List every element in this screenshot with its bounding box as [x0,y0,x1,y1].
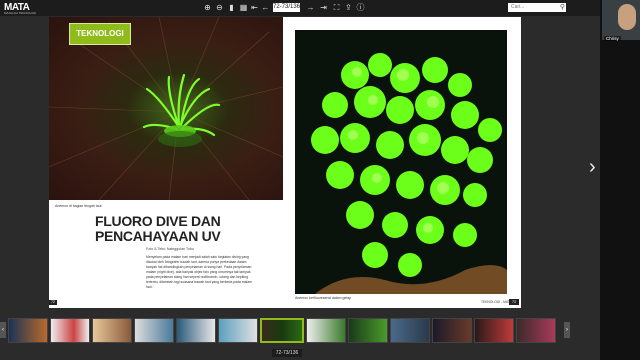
anemone-photo: TEKNOLOGI [49,17,283,200]
thumbnail-strip: ‹ › [0,315,600,347]
thumbnail[interactable] [134,318,174,343]
section-tag-label: TEKNOLOGI [76,29,124,38]
article-title: FLUORO DIVE DAN PENCAHAYAAN UV [95,213,221,244]
thumbnail[interactable] [8,318,48,343]
thumbnail[interactable] [474,318,514,343]
next-page-icon[interactable]: → [306,3,315,12]
coral-photo [295,30,507,294]
zoom-in-icon[interactable]: ⊕ [203,3,212,12]
page-number-left: 72 [49,300,57,305]
previous-page-icon[interactable]: ← [261,3,270,12]
coral-illustration [295,30,507,294]
info-icon[interactable]: ⓘ [356,3,365,12]
thumbnail[interactable] [390,318,430,343]
bookmark-icon[interactable]: ▮ [227,3,236,12]
section-tag: TEKNOLOGI [69,23,131,45]
article-body: Menyelam pada malam hari menjadi salah s… [146,255,252,289]
fullscreen-icon[interactable]: ⛶ [332,3,341,12]
left-page: TEKNOLOGI Anemon di bagian tengah laut F… [49,17,283,308]
thumbnail[interactable] [92,318,132,343]
photo-caption-left: Anemon di bagian tengah laut [55,204,102,208]
grid-icon[interactable]: ▦ [239,3,248,12]
page-number-input[interactable] [273,3,300,12]
thumbnail[interactable] [218,318,258,343]
page-number-right: 73 [509,299,519,305]
strip-prev-button[interactable]: ‹ [0,322,6,338]
next-page-arrow[interactable]: › [589,156,596,179]
thumbnail[interactable] [176,318,216,343]
first-page-icon[interactable]: ⇤ [250,3,259,12]
video-panel [600,0,640,360]
strip-next-button[interactable]: › [564,322,570,338]
article-byline: Foto & Teks: Nainggolan Tohu [146,247,194,251]
thumbnail[interactable] [306,318,346,343]
magazine-spread: TEKNOLOGI Anemon di bagian tengah laut F… [49,17,521,308]
thumbnail[interactable] [516,318,556,343]
share-icon[interactable]: ⇪ [344,3,353,12]
top-toolbar: MATA MAJALAH TEKNOLOGI ⊕ ⊖ ▮ ▦ ⇤ ← → ⇥ ⛶… [0,0,600,16]
photo-caption-right: Anemon berfluoresensi dalam gelap [295,296,352,300]
participant-video [602,0,640,40]
participant-avatar [618,4,636,30]
last-page-icon[interactable]: ⇥ [319,3,328,12]
thumbnail[interactable] [432,318,472,343]
thumbnail[interactable] [50,318,90,343]
bottom-page-indicator: 72-73/136 [272,349,302,357]
zoom-out-icon[interactable]: ⊖ [215,3,224,12]
thumbnail[interactable] [348,318,388,343]
participant-name: Chrisy [604,36,621,41]
thumbnail-current[interactable] [260,318,304,343]
app-logo-subtitle: MAJALAH TEKNOLOGI [4,11,37,15]
search-icon[interactable]: ⚲ [558,3,567,12]
